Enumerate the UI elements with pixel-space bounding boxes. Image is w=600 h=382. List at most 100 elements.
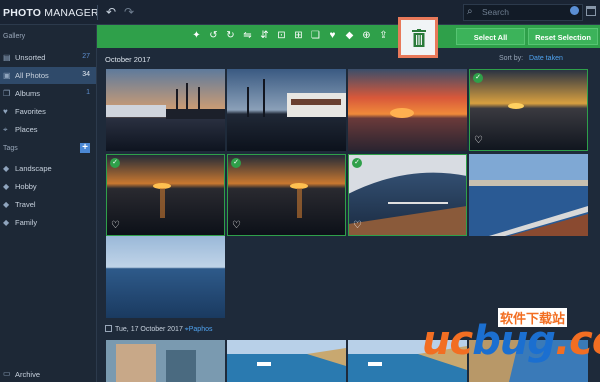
inbox-icon: ▤	[3, 53, 11, 62]
tag-icon: ◆	[3, 164, 10, 173]
sidebar-item-label: Favorites	[15, 107, 46, 116]
delete-button[interactable]	[398, 17, 438, 58]
sidebar-item-archive[interactable]: ▭ Archive	[0, 366, 96, 382]
photo-blue-coast	[469, 154, 588, 236]
photo-beach-umbrella	[106, 340, 225, 382]
photo-tile-selected[interactable]: ✓ ♡	[106, 154, 225, 236]
watermark-logo: 软件下载站 ucbug.cc	[418, 304, 600, 378]
sidebar-item-family[interactable]: ◆ Family	[0, 214, 96, 231]
sidebar-item-label: Unsorted	[15, 53, 46, 62]
count-badge: 1	[86, 89, 90, 96]
location-link[interactable]: Paphos	[189, 326, 213, 333]
flip-vertical-icon[interactable]: ⇵	[258, 29, 271, 43]
selection-toolbar: ✦ ↺ ↻ ⇋ ⇵ ⊡ ⊞ ❏ ♥ ◆ ⊕ ⇪ Select All Reset…	[97, 25, 600, 48]
resize-icon[interactable]: ⊞	[292, 29, 305, 43]
copy-icon[interactable]: ❏	[309, 29, 322, 43]
heart-icon[interactable]: ♡	[111, 221, 120, 231]
photo-tile[interactable]	[348, 69, 467, 151]
photo-sunset-sea	[106, 154, 225, 236]
photo-tile[interactable]	[106, 236, 225, 318]
sidebar-item-travel[interactable]: ◆ Travel	[0, 196, 96, 213]
sidebar-item-label: Hobby	[15, 182, 37, 191]
photo-blue-sea	[106, 236, 225, 318]
heart-icon[interactable]: ♡	[353, 221, 362, 231]
tag-icon[interactable]: ◆	[343, 29, 356, 43]
check-icon[interactable]: ✓	[352, 158, 362, 168]
sidebar-item-unsorted[interactable]: ▤ Unsorted 27	[0, 49, 96, 66]
select-group-checkbox[interactable]	[105, 325, 112, 332]
date-heading: Tue, 17 October 2017	[115, 326, 183, 333]
photo-tile[interactable]	[469, 154, 588, 236]
sidebar-item-landscape[interactable]: ◆ Landscape	[0, 160, 96, 177]
sidebar-item-places[interactable]: ⌖ Places	[0, 121, 96, 138]
sidebar-item-label: Archive	[15, 370, 41, 379]
check-icon[interactable]: ✓	[110, 158, 120, 168]
select-all-button[interactable]: Select All	[456, 28, 525, 45]
trash-icon	[412, 29, 426, 47]
sort-label: Sort by:	[499, 55, 524, 62]
sidebar-item-albums[interactable]: ❐ Albums 1	[0, 85, 96, 102]
sidebar-item-label: All Photos	[15, 71, 49, 80]
sidebar-item-all-photos[interactable]: ▣ All Photos 34	[0, 67, 96, 84]
gallery-heading: Gallery	[3, 33, 26, 40]
check-icon[interactable]: ✓	[473, 73, 483, 83]
heart-icon[interactable]: ♡	[232, 221, 241, 231]
add-tag-button[interactable]: +	[80, 143, 90, 153]
photo-tile-selected[interactable]: ✓ ♡	[227, 154, 346, 236]
undo-icon[interactable]: ↶	[106, 5, 116, 19]
share-icon[interactable]: ⇪	[377, 29, 390, 43]
watermark-text: ucbug.cc	[422, 318, 600, 364]
calendar-icon[interactable]	[586, 6, 596, 16]
photo-sunset-sea	[227, 154, 346, 236]
count-badge: 27	[82, 53, 90, 60]
photo-tile-selected[interactable]: ✓ ♡	[469, 69, 588, 151]
app-logo: PHOTO MANAGER	[3, 7, 99, 19]
sidebar-item-label: Travel	[15, 200, 36, 209]
date-group-header: Tue, 17 October 2017 ⌖Paphos	[105, 325, 213, 334]
albums-icon: ❐	[3, 89, 11, 98]
check-icon[interactable]: ✓	[231, 158, 241, 168]
sort-dropdown[interactable]: Date taken	[529, 55, 563, 62]
sidebar-item-favorites[interactable]: ♥ Favorites	[0, 103, 96, 120]
search-input[interactable]: ⌕ Search	[463, 4, 583, 21]
tag-icon: ◆	[3, 182, 10, 191]
photo-boat-dock	[227, 69, 346, 151]
divider	[97, 5, 98, 20]
reset-selection-button[interactable]: Reset Selection	[528, 28, 598, 45]
sidebar-item-label: Family	[15, 218, 38, 227]
settings-icon[interactable]	[570, 6, 579, 15]
pin-icon: ⌖	[3, 125, 8, 134]
archive-icon: ▭	[3, 369, 11, 378]
count-badge: 34	[82, 71, 90, 78]
tags-heading: Tags	[3, 145, 18, 152]
top-bar: PHOTO MANAGER ↶ ↷ ⌕ Search	[0, 0, 600, 25]
flip-icon[interactable]: ⇋	[241, 29, 254, 43]
sidebar-item-label: Places	[15, 125, 38, 134]
photo-harbor-sunset	[106, 69, 225, 151]
sidebar: Gallery ▤ Unsorted 27 ▣ All Photos 34 ❐ …	[0, 25, 97, 382]
photo-sunset-sea	[469, 69, 588, 151]
tag-icon: ◆	[3, 218, 10, 227]
photo-tile[interactable]	[227, 340, 346, 382]
sidebar-item-label: Landscape	[15, 164, 52, 173]
photo-tile-selected[interactable]: ✓ ♡	[348, 154, 467, 236]
sidebar-item-hobby[interactable]: ◆ Hobby	[0, 178, 96, 195]
photo-tile[interactable]	[106, 340, 225, 382]
redo-icon[interactable]: ↷	[124, 5, 134, 19]
tag-icon: ◆	[3, 200, 10, 209]
crop-icon[interactable]: ⊡	[275, 29, 288, 43]
magic-wand-icon[interactable]: ✦	[190, 29, 203, 43]
rotate-left-icon[interactable]: ↺	[207, 29, 220, 43]
photo-red-sunset	[348, 69, 467, 151]
rotate-right-icon[interactable]: ↻	[224, 29, 237, 43]
photos-icon: ▣	[3, 71, 11, 80]
photo-tile[interactable]	[106, 69, 225, 151]
heart-icon: ♥	[3, 107, 8, 116]
photo-sail-boat	[348, 154, 467, 236]
photo-tile[interactable]	[227, 69, 346, 151]
date-heading: October 2017	[105, 55, 151, 64]
sidebar-item-label: Albums	[15, 89, 41, 98]
heart-icon[interactable]: ♡	[474, 136, 483, 146]
add-to-album-icon[interactable]: ⊕	[360, 29, 373, 43]
heart-icon[interactable]: ♥	[326, 29, 339, 43]
